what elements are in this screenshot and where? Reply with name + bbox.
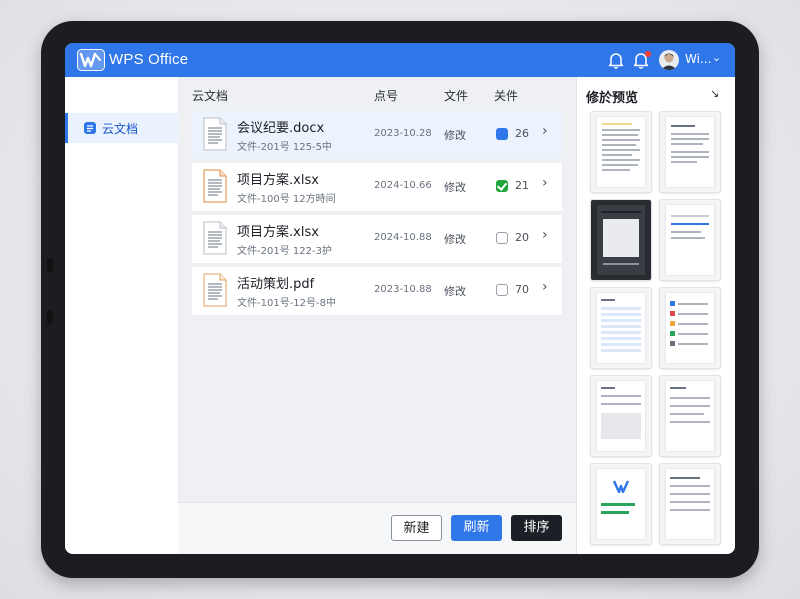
pdf-document-icon [203,273,227,307]
file-date: 2024-10.66 [374,180,432,191]
file-count: 21 [515,179,529,192]
table-row[interactable]: 项目方案.xlsx 文件-201号 122-3护 2024-10.88 修改 2… [192,215,562,264]
user-avatar-icon [661,53,677,70]
sidebar: 云文档 [65,77,181,554]
preview-panel: 修於预览 ↘ [576,77,735,554]
file-date: 2023-10.28 [374,128,432,139]
table-row[interactable]: 活动策划.pdf 文件-101号-12号-8中 2023-10.88 修改 70… [192,267,562,316]
sidebar-item-cloud-docs[interactable]: 云文档 [65,113,181,143]
top-bar: WPS Office Wi... ⌄ [65,43,735,77]
tablet-side-button [47,258,53,272]
app-screen: WPS Office Wi... ⌄ 云文档 云文档 点号 文件 关件 会议纪要… [65,43,735,554]
sidebar-item-label: 云文档 [102,122,139,136]
preview-thumbnail[interactable] [590,199,652,281]
edit-action[interactable]: 修改 [444,179,466,195]
sort-button[interactable]: 排序 [511,515,562,541]
wps-logo-icon [613,480,629,493]
preview-thumbnail[interactable] [659,287,721,369]
chevron-right-icon[interactable]: › [542,279,548,295]
app-brand: WPS Office [109,51,189,68]
edit-action[interactable]: 修改 [444,127,466,143]
file-meta: 文件-101号-12号-8中 [237,298,336,309]
column-header-name[interactable]: 云文档 [192,87,228,104]
column-header-time[interactable]: 点号 [374,87,398,104]
action-footer: 新建 刷新 排序 [178,502,576,554]
spreadsheet-document-icon [203,169,227,203]
row-checkbox[interactable] [496,128,508,140]
file-name: 项目方案.xlsx [237,173,319,188]
file-date: 2023-10.88 [374,284,432,295]
file-count: 20 [515,231,529,244]
edit-action[interactable]: 修改 [444,283,466,299]
file-list-panel: 云文档 点号 文件 关件 会议纪要.docx 文件-201号 125-5中 20… [178,77,576,554]
chevron-right-icon[interactable]: › [542,123,548,139]
chevron-down-icon[interactable]: ⌄ [712,51,721,64]
preview-thumbnail[interactable] [659,463,721,545]
cloud-doc-icon [84,122,96,134]
file-meta: 文件-100号 12方時间 [237,194,336,205]
preview-title: 修於预览 [586,91,639,106]
tablet-side-button [47,310,53,324]
preview-thumbnail[interactable] [590,111,652,193]
preview-thumbnail[interactable] [590,463,652,545]
preview-thumbnail[interactable] [590,375,652,457]
expand-arrow-icon[interactable]: ↘ [710,87,719,100]
edit-action[interactable]: 修改 [444,231,466,247]
table-row[interactable]: 项目方案.xlsx 文件-100号 12方時间 2024-10.66 修改 21… [192,163,562,212]
refresh-button[interactable]: 刷新 [451,515,502,541]
file-count: 70 [515,283,529,296]
preview-thumbnail[interactable] [659,375,721,457]
chevron-right-icon[interactable]: › [542,227,548,243]
notification-badge [645,51,651,57]
row-checkbox[interactable] [496,284,508,296]
preview-thumbnail[interactable] [590,287,652,369]
preview-thumbnail[interactable] [659,111,721,193]
column-header-action[interactable]: 文件 [444,87,468,104]
wps-logo-icon [77,49,105,71]
table-row[interactable]: 会议纪要.docx 文件-201号 125-5中 2023-10.28 修改 2… [192,111,562,160]
file-name: 项目方案.xlsx [237,225,319,240]
file-meta: 文件-201号 125-5中 [237,142,332,153]
bell-icon[interactable] [608,51,624,69]
file-date: 2024-10.88 [374,232,432,243]
file-meta: 文件-201号 122-3护 [237,246,332,257]
file-count: 26 [515,127,529,140]
file-name: 会议纪要.docx [237,121,325,136]
row-checkbox-checked[interactable] [496,180,508,192]
avatar[interactable] [659,50,679,70]
row-checkbox[interactable] [496,232,508,244]
file-name: 活动策划.pdf [237,277,315,292]
column-header-status[interactable]: 关件 [494,87,518,104]
word-document-icon [203,117,227,151]
new-button[interactable]: 新建 [391,515,442,541]
preview-thumbnail[interactable] [659,199,721,281]
word-document-icon [203,221,227,255]
chevron-right-icon[interactable]: › [542,175,548,191]
user-name[interactable]: Wi... [685,52,711,66]
